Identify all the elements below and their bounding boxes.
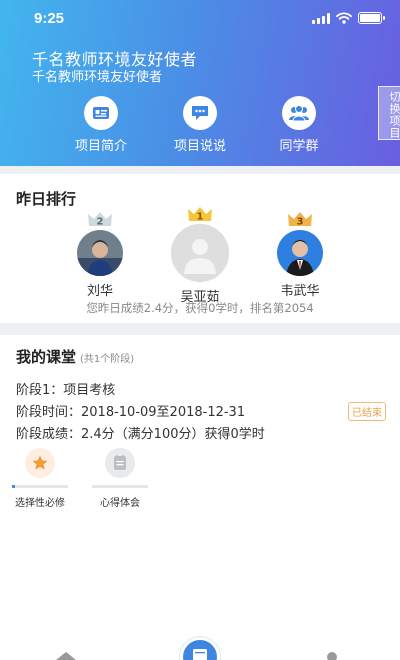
notebook-icon <box>105 448 135 478</box>
classroom-title-text: 我的课堂 <box>16 348 77 366</box>
module-progress <box>92 485 148 488</box>
module-label: 心得体会 <box>100 498 140 509</box>
avatar <box>277 230 323 276</box>
podium-second[interactable]: 2 刘华 <box>60 212 140 299</box>
tab-study-button[interactable] <box>180 637 220 660</box>
module-reflection[interactable]: 心得体会 <box>90 448 150 509</box>
podium-third[interactable]: 3 韦武华 <box>260 212 340 299</box>
nav-label: 项目说说 <box>173 139 226 154</box>
module-progress-fill <box>12 485 15 488</box>
nav-label: 同学群 <box>279 139 319 154</box>
group-icon <box>282 96 316 130</box>
id-card-icon <box>84 96 118 130</box>
chat-bubble-icon <box>183 96 217 130</box>
stage-score: 阶段成绩：2.4分（满分100分）获得0学时 <box>16 427 265 442</box>
my-classroom-card: 我的课堂 (共1个阶段) 阶段1：项目考核 阶段时间：2018-10-09至201… <box>0 335 400 640</box>
default-avatar <box>171 224 229 282</box>
nav-project-talk[interactable]: 项目说说 <box>155 96 245 154</box>
nav-label: 项目简介 <box>74 139 127 154</box>
star-icon <box>25 448 55 478</box>
status-badge: 已结束 <box>348 402 386 421</box>
tab-profile-icon[interactable] <box>327 652 337 660</box>
ranking-title: 昨日排行 <box>16 190 77 208</box>
podium-name: 韦武华 <box>280 284 320 299</box>
rank-number: 2 <box>97 217 104 228</box>
module-label: 选择性必修 <box>15 498 65 509</box>
ranking-card: 昨日排行 2 刘华 1 吴亚茹 3 韦武华 您昨日成绩2.4分，获得0学时，排名… <box>0 174 400 323</box>
project-header: 9:25 千名教师环境友好使者 千名教师环境友好使者 切换项目 项目简介 项目说… <box>0 0 400 166</box>
rank-number: 1 <box>197 212 204 223</box>
battery-icon <box>358 12 385 24</box>
status-icons <box>312 12 385 24</box>
module-progress <box>12 485 68 488</box>
classroom-title: 我的课堂 (共1个阶段) <box>16 346 134 367</box>
silver-crown-icon: 2 <box>88 212 112 228</box>
tab-home-icon[interactable] <box>56 652 76 660</box>
bottom-tab-bar <box>0 637 400 660</box>
status-bar: 9:25 <box>0 0 400 40</box>
clock: 9:25 <box>34 10 65 27</box>
cellular-signal-icon <box>312 12 330 24</box>
bronze-crown-icon: 3 <box>288 212 312 228</box>
rank-summary: 您昨日成绩2.4分，获得0学时，排名第2054 <box>86 301 314 315</box>
podium-first[interactable]: 1 吴亚茹 <box>160 207 240 305</box>
stage-time: 阶段时间：2018-10-09至2018-12-31 <box>16 405 246 420</box>
project-subtitle: 千名教师环境友好使者 <box>32 70 163 85</box>
wifi-icon <box>336 12 352 24</box>
nav-project-intro[interactable]: 项目简介 <box>56 96 146 154</box>
nav-classmate-group[interactable]: 同学群 <box>254 96 344 154</box>
stage-name: 阶段1：项目考核 <box>16 383 116 398</box>
book-icon <box>193 649 207 660</box>
stage-count: (共1个阶段) <box>80 354 135 365</box>
podium-name: 刘华 <box>86 284 113 299</box>
rank-number: 3 <box>297 217 304 228</box>
module-elective[interactable]: 选择性必修 <box>10 448 70 509</box>
gold-crown-icon: 1 <box>188 207 212 223</box>
project-nav: 项目简介 项目说说 同学群 <box>0 96 400 154</box>
avatar <box>77 230 123 276</box>
